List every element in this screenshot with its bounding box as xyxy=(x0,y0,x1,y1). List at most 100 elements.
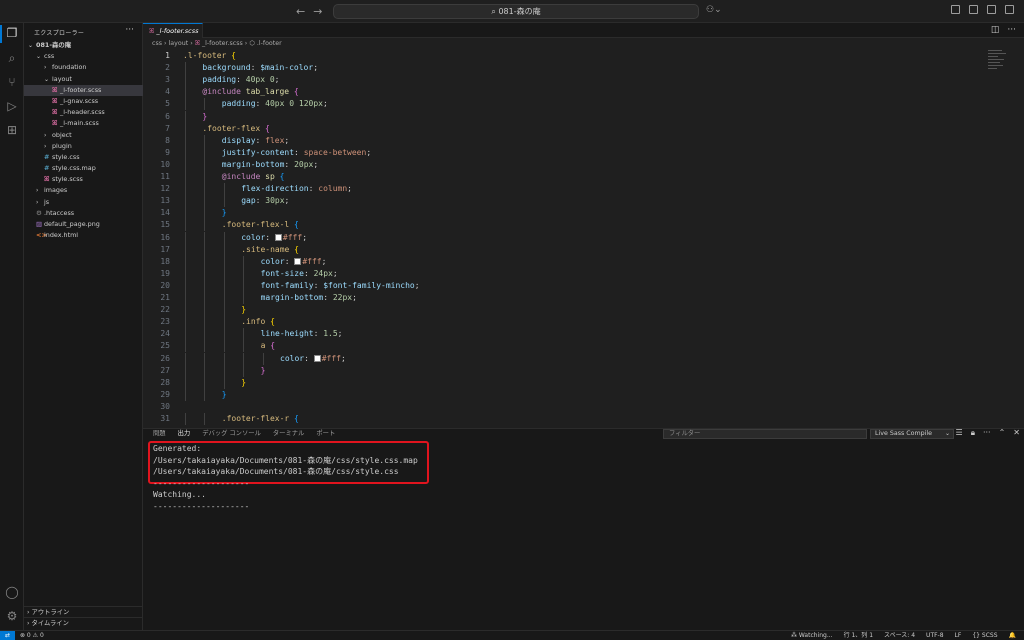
indentation[interactable]: スペース: 4 xyxy=(884,631,915,640)
folder-item[interactable]: › foundation xyxy=(24,62,143,73)
code-token: } xyxy=(221,208,227,218)
chevron-up-icon[interactable]: ⌃ xyxy=(999,428,1006,438)
line-number: 22 xyxy=(160,305,170,315)
copilot-icon[interactable]: ⚇⌄ xyxy=(706,5,722,15)
file-item[interactable]: ▨ default_page.png xyxy=(24,219,143,230)
indent-guide xyxy=(204,364,206,377)
output-channel-select[interactable]: Live Sass Compile ⌄ xyxy=(870,429,954,439)
code-editor[interactable]: 1 .l-footer {2 background: $main-color; 3 pa… xyxy=(143,50,1024,428)
indent-guide xyxy=(223,243,225,256)
tab-ports[interactable]: ポート xyxy=(316,430,335,438)
language-mode[interactable]: {} SCSS xyxy=(972,631,997,640)
clear-output-icon[interactable]: ☰ xyxy=(956,428,963,438)
sass-file-icon: ꕤ xyxy=(149,27,155,35)
file-item[interactable]: ꕤ _l-header.scss xyxy=(24,107,143,118)
tree-item-label: css xyxy=(44,52,55,61)
folder-item[interactable]: › plugin xyxy=(24,141,143,152)
indent-guide xyxy=(185,279,186,292)
chevron-right-icon: › xyxy=(44,64,47,72)
cursor-position[interactable]: 行 1、列 1 xyxy=(844,631,873,640)
lock-scroll-icon[interactable]: 🔒︎ xyxy=(971,428,975,438)
breadcrumb-item[interactable]: .l-footer xyxy=(257,40,282,47)
minimap[interactable] xyxy=(988,50,1010,90)
sass-watching-status[interactable]: ⁂ Watching... xyxy=(791,631,833,640)
gear-icon[interactable]: ⚙ xyxy=(5,609,19,623)
tab-terminal[interactable]: ターミナル xyxy=(273,430,304,438)
command-center-search[interactable]: ⌕ 081-森の庵 xyxy=(333,4,699,19)
layout-customize-icon[interactable] xyxy=(951,5,960,14)
color-swatch[interactable] xyxy=(313,354,321,362)
source-control-icon[interactable]: ⑂ xyxy=(5,75,19,89)
file-item[interactable]: # style.css xyxy=(24,152,143,163)
indent-guide xyxy=(204,328,206,341)
folder-item[interactable]: ⌄ 081-森の庵 xyxy=(24,40,143,51)
file-item[interactable]: ꕤ style.scss xyxy=(24,174,143,185)
outline-section[interactable]: › アウトライン xyxy=(24,606,143,617)
explorer-icon[interactable]: ❐ xyxy=(5,26,19,40)
file-item[interactable]: ꕤ _l-main.scss xyxy=(24,118,143,129)
file-item[interactable]: <> index.html xyxy=(24,230,143,241)
more-actions-icon[interactable]: ··· xyxy=(1007,25,1016,35)
search-icon[interactable]: ⌕ xyxy=(5,51,19,65)
indent-guide xyxy=(223,340,225,353)
indent-guide xyxy=(185,255,186,268)
color-swatch[interactable] xyxy=(294,257,302,265)
line-number: 18 xyxy=(160,256,170,266)
folder-item[interactable]: ⌄ css xyxy=(24,51,143,62)
output-filter-input[interactable]: フィルター xyxy=(663,429,867,439)
code-text: .footer-flex { xyxy=(202,123,269,135)
line-number: 2 xyxy=(165,63,170,73)
file-item[interactable]: ꕤ _l-gnav.scss xyxy=(24,96,143,107)
breadcrumb-item[interactable]: css xyxy=(152,40,162,47)
remote-indicator[interactable]: ⇄ xyxy=(0,631,15,640)
extensions-icon[interactable]: ⊞ xyxy=(5,123,19,137)
more-actions-icon[interactable]: ··· xyxy=(125,25,134,35)
folder-item[interactable]: › object xyxy=(24,130,143,141)
color-swatch[interactable] xyxy=(274,233,282,241)
bell-icon[interactable]: 🔔 xyxy=(1009,631,1016,640)
tab-problems[interactable]: 問題 xyxy=(153,430,166,438)
code-token: ; xyxy=(313,63,319,73)
chevron-right-icon: › xyxy=(27,620,30,627)
indent-guide xyxy=(223,195,225,208)
timeline-section[interactable]: › タイムライン xyxy=(24,617,143,628)
folder-item[interactable]: › images xyxy=(24,185,143,196)
file-item[interactable]: # style.css.map xyxy=(24,163,143,174)
output-file-link[interactable]: /Users/takaiayaka/Documents/081-森の庵/css/… xyxy=(153,466,399,478)
forward-arrow-icon[interactable]: → xyxy=(313,5,322,18)
gear-file-icon: ⚙ xyxy=(36,208,42,217)
account-icon[interactable]: ◯ xyxy=(5,585,19,599)
code-token: .l-footer xyxy=(183,51,232,60)
code-token: { xyxy=(294,414,299,423)
close-icon[interactable]: ✕ xyxy=(1013,428,1020,438)
more-actions-icon[interactable]: ··· xyxy=(983,428,991,438)
folder-item[interactable]: › js xyxy=(24,197,143,208)
breadcrumb-item[interactable]: layout xyxy=(169,40,189,47)
folder-item[interactable]: ⌄ layout xyxy=(24,74,143,85)
toggle-panel-icon[interactable] xyxy=(987,5,996,14)
indent-guide xyxy=(185,98,186,111)
breadcrumb-item[interactable]: _l-footer.scss xyxy=(202,40,243,47)
toggle-sidebar-icon[interactable] xyxy=(969,5,978,14)
code-token: ; xyxy=(321,256,327,266)
file-item[interactable]: ꕤ _l-footer.scss xyxy=(24,84,143,96)
indent-guide xyxy=(223,255,225,268)
toggle-secondary-sidebar-icon[interactable] xyxy=(1005,5,1014,14)
tab-output[interactable]: 出力 xyxy=(178,430,191,438)
output-file-link[interactable]: /Users/takaiayaka/Documents/081-森の庵/css/… xyxy=(153,455,418,467)
problems-indicator[interactable]: ⊗ 0 ⚠ 0 xyxy=(20,631,44,640)
back-arrow-icon[interactable]: ← xyxy=(296,5,305,18)
file-item[interactable]: ⚙ .htaccess xyxy=(24,208,143,219)
encoding[interactable]: UTF-8 xyxy=(926,631,944,640)
split-editor-icon[interactable]: ◫ xyxy=(991,25,1000,35)
code-token: font-size xyxy=(260,268,304,278)
scss-file-icon: ꕤ xyxy=(52,119,58,128)
run-debug-icon[interactable]: ▷ xyxy=(5,99,19,113)
code-text: padding: 40px 0; xyxy=(202,74,279,86)
end-of-line[interactable]: LF xyxy=(955,631,962,640)
scss-file-icon: ꕤ xyxy=(52,85,58,94)
tab-debug-console[interactable]: デバッグ コンソール xyxy=(202,430,261,438)
tab-l-footer-scss[interactable]: ꕤ _l-footer.scss xyxy=(143,23,203,38)
indent-guide xyxy=(204,279,206,292)
indent-guide xyxy=(185,171,186,184)
